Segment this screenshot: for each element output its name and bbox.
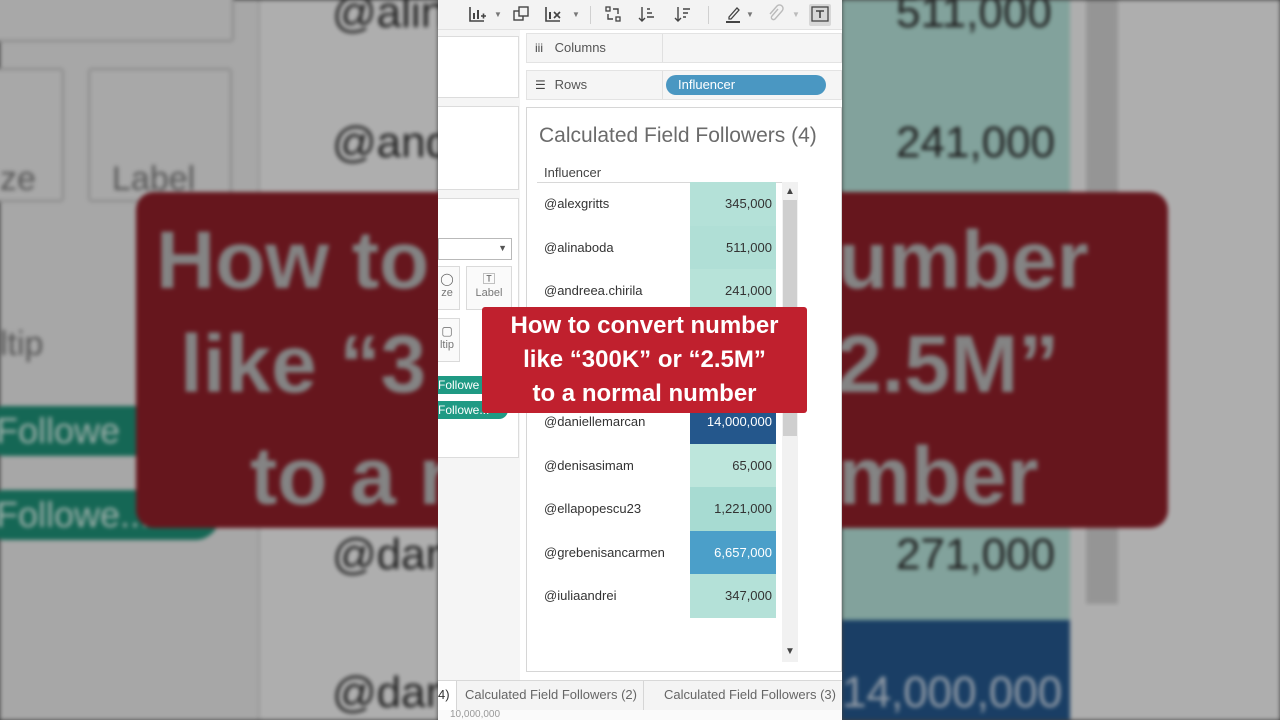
row-influencer-label: @denisasimam [544, 457, 634, 473]
tooltip-icon: ▢ [441, 324, 453, 338]
mark-type-select[interactable]: ▼ [438, 238, 512, 260]
column-header-influencer[interactable]: Influencer [544, 165, 601, 180]
chevron-down-icon[interactable]: ▼ [792, 6, 800, 24]
sort-descending-icon[interactable] [672, 4, 694, 26]
table-row[interactable]: @ellapopescu23 1,221,000 [537, 487, 777, 532]
tab-sheet-4[interactable]: 4) [438, 681, 457, 710]
rows-icon: ☰ [535, 78, 546, 92]
tooltip-label: ltip [439, 339, 455, 351]
attach-icon[interactable] [764, 4, 786, 26]
background-left: ze Label ltip Followe Followe... @alin @… [0, 0, 438, 720]
toolbar-divider [708, 6, 709, 24]
row-influencer-label: @grebenisancarmen [544, 544, 665, 560]
rows-label-text: Rows [554, 77, 588, 92]
toolbar: ▼ ▼ ▼ ▼ [438, 0, 842, 30]
duplicate-sheet-icon[interactable] [510, 4, 532, 26]
columns-icon: iii [535, 41, 543, 55]
influencer-pill[interactable]: Influencer [666, 75, 826, 95]
row-followers-value[interactable]: 511,000 [690, 225, 776, 270]
table-row[interactable]: @alexgritts 345,000 [537, 182, 777, 226]
row-influencer-label: @alexgritts [544, 196, 610, 211]
row-followers-value[interactable]: 65,000 [690, 443, 776, 488]
chevron-down-icon[interactable]: ▼ [572, 6, 580, 24]
tooltip-button[interactable]: ▢ ltip [438, 318, 460, 362]
sheet-tabs: 4) Calculated Field Followers (2) Calcul… [438, 680, 842, 710]
row-followers-value[interactable]: 345,000 [690, 182, 776, 226]
status-bar: 10,000,000 [438, 710, 842, 720]
filters-card [438, 106, 519, 190]
table-row[interactable]: @denisasimam 65,000 [537, 443, 777, 488]
tab-sheet-2[interactable]: Calculated Field Followers (2) [459, 681, 644, 710]
rows-shelf-label: ☰ Rows [527, 71, 663, 99]
columns-shelf-label: iii Columns [527, 34, 663, 62]
chevron-down-icon: ▼ [498, 243, 507, 253]
row-influencer-label: @ellapopescu23 [544, 501, 642, 517]
background-left-dim [0, 0, 438, 720]
table-row[interactable]: @iuliaandrei 347,000 [537, 574, 777, 619]
size-label: ze [441, 287, 453, 299]
background-right: 511,000 241,000 271,000 14,000,000 umber… [842, 0, 1280, 720]
highlight-icon[interactable] [722, 4, 744, 26]
rows-shelf[interactable]: ☰ Rows Influencer [526, 70, 842, 100]
row-followers-value[interactable]: 1,221,000 [690, 487, 776, 532]
label-button[interactable]: 🅃 Label [466, 266, 512, 310]
pages-card [438, 36, 519, 98]
vertical-scrollbar[interactable]: ▲ ▼ [782, 182, 798, 662]
toolbar-divider [590, 6, 591, 24]
swap-icon[interactable] [602, 4, 624, 26]
new-sheet-icon[interactable] [466, 4, 488, 26]
clear-sheet-icon[interactable] [542, 4, 564, 26]
sheet-title: Calculated Field Followers (4) [539, 124, 817, 147]
row-influencer-label: @iuliaandrei [544, 588, 617, 604]
size-icon: ◯ [440, 272, 454, 286]
row-followers-value[interactable]: 347,000 [690, 574, 776, 619]
table-row[interactable]: @grebenisancarmen 6,657,000 [537, 530, 777, 575]
caption-line-3: to a normal number [532, 380, 757, 407]
chevron-down-icon[interactable]: ▼ [494, 6, 502, 24]
columns-shelf[interactable]: iii Columns [526, 33, 842, 63]
scroll-up-icon[interactable]: ▲ [782, 184, 798, 200]
row-followers-value[interactable]: 6,657,000 [690, 530, 776, 575]
caption-line-1: How to convert number [510, 312, 779, 339]
show-labels-icon[interactable] [809, 4, 831, 26]
caption-line-2: like “300K” or “2.5M” [523, 346, 766, 373]
background-right-dim [842, 0, 1280, 720]
label-label: Label [475, 287, 503, 299]
table-row[interactable]: @alinaboda 511,000 [537, 225, 777, 270]
video-caption: How to convert number like “300K” or “2.… [482, 307, 807, 413]
chevron-down-icon[interactable]: ▼ [746, 6, 754, 24]
tab-sheet-3[interactable]: Calculated Field Followers (3) [658, 681, 842, 710]
row-influencer-label: @alinaboda [544, 239, 614, 255]
size-button[interactable]: ◯ ze [438, 266, 460, 310]
scroll-down-icon[interactable]: ▼ [782, 644, 798, 660]
sort-ascending-icon[interactable] [636, 4, 658, 26]
columns-label-text: Columns [554, 40, 606, 55]
label-icon: 🅃 [482, 272, 495, 286]
